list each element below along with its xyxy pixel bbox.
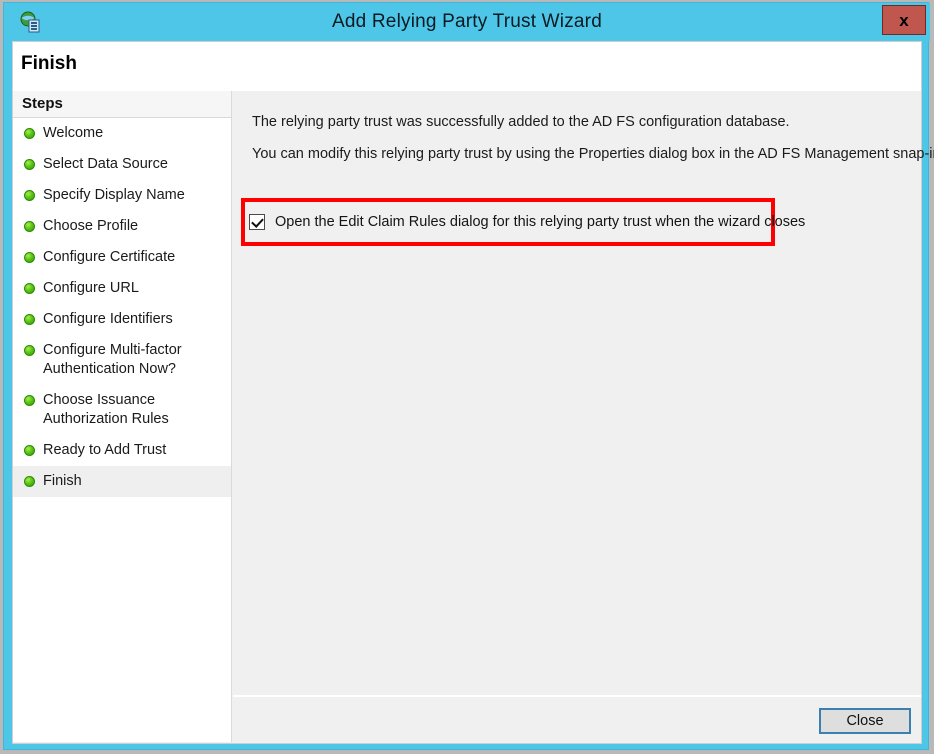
sidebar-item-label: Finish [43,473,82,489]
sidebar-item-label: Configure URL [43,280,139,296]
step-complete-icon [24,221,35,232]
step-complete-icon [24,445,35,456]
body-area: Steps Welcome Select Data Source Specify… [12,91,934,744]
step-complete-icon [24,345,35,356]
footer-bar: Close [233,695,921,742]
title-bar: Add Relying Party Trust Wizard x [4,3,930,41]
sidebar-item-choose-issuance-authorization-rules[interactable]: Choose Issuance Authorization Rules [13,385,231,435]
sidebar-item-label: Specify Display Name [43,187,185,203]
sidebar-item-label: Welcome [43,125,104,141]
sidebar-item-finish[interactable]: Finish [13,466,231,497]
sidebar-item-configure-multifactor-authentication[interactable]: Configure Multi-factor Authentication No… [13,335,231,385]
step-complete-icon [24,128,35,139]
sidebar-item-label: Configure Certificate [43,249,176,265]
header-band: Finish [12,41,922,91]
sidebar-item-label: Configure Identifiers [43,311,173,327]
sidebar-item-select-data-source[interactable]: Select Data Source [13,149,231,180]
modify-hint-message: You can modify this relying party trust … [252,146,934,162]
step-complete-icon [24,283,35,294]
step-complete-icon [24,314,35,325]
step-complete-icon [24,395,35,406]
success-message: The relying party trust was successfully… [252,114,790,130]
sidebar-item-ready-to-add-trust[interactable]: Ready to Add Trust [13,435,231,466]
step-complete-icon [24,190,35,201]
sidebar-item-label: Choose Issuance Authorization Rules [43,392,169,427]
step-complete-icon [24,252,35,263]
sidebar-item-configure-certificate[interactable]: Configure Certificate [13,242,231,273]
sidebar-item-specify-display-name[interactable]: Specify Display Name [13,180,231,211]
step-complete-icon [24,476,35,487]
close-icon[interactable]: x [882,5,926,35]
window-title: Add Relying Party Trust Wizard [332,11,602,32]
close-button[interactable]: Close [819,708,911,734]
content-inner: The relying party trust was successfully… [233,91,934,695]
sidebar-item-label: Configure Multi-factor Authentication No… [43,342,182,377]
sidebar-item-label: Choose Profile [43,218,139,234]
steps-heading-label: Steps [22,95,63,112]
sidebar-item-choose-profile[interactable]: Choose Profile [13,211,231,242]
sidebar-item-label: Select Data Source [43,156,168,172]
open-edit-claim-rules-checkbox[interactable] [249,214,265,230]
sidebar-item-label: Ready to Add Trust [43,442,167,458]
open-edit-claim-rules-label[interactable]: Open the Edit Claim Rules dialog for thi… [275,214,805,230]
step-complete-icon [24,159,35,170]
sidebar-item-welcome[interactable]: Welcome [13,118,231,149]
steps-sidebar: Steps Welcome Select Data Source Specify… [13,91,232,742]
open-edit-claim-rules-row[interactable]: Open the Edit Claim Rules dialog for thi… [249,209,805,235]
content-pane: The relying party trust was successfully… [233,91,934,742]
sidebar-item-configure-identifiers[interactable]: Configure Identifiers [13,304,231,335]
screen: Add Relying Party Trust Wizard x Finish … [0,0,934,754]
steps-heading: Steps [13,91,231,118]
sidebar-item-configure-url[interactable]: Configure URL [13,273,231,304]
wizard-window: Add Relying Party Trust Wizard x Finish … [3,2,934,750]
page-title: Finish [21,53,77,74]
